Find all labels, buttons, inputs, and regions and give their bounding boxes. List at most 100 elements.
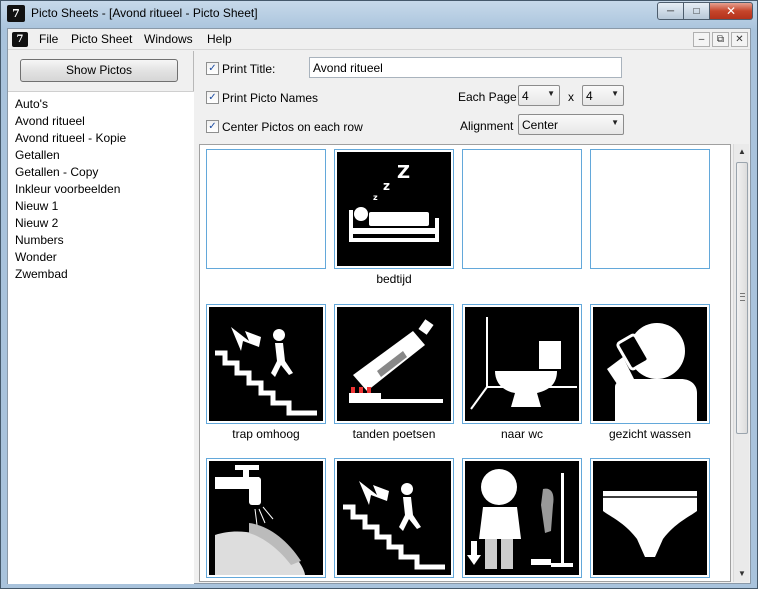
picto-name <box>206 581 326 582</box>
picto-frame[interactable] <box>590 304 710 424</box>
alignment-value: Center <box>522 118 559 132</box>
list-item[interactable]: Wonder <box>15 250 57 264</box>
mdi-close-button[interactable]: ✕ <box>731 32 748 47</box>
sheet-list[interactable]: Auto's Avond ritueel Avond ritueel - Kop… <box>8 91 194 584</box>
washing-hands-icon <box>209 461 323 575</box>
minimize-button[interactable]: ─ <box>657 2 684 20</box>
title-input[interactable]: Avond ritueel <box>309 57 622 78</box>
menu-picto-sheet[interactable]: Picto Sheet <box>71 32 132 46</box>
scroll-up-arrow[interactable]: ▲ <box>734 144 750 160</box>
chevron-down-icon: ▼ <box>611 89 619 98</box>
list-item[interactable]: Zwembad <box>15 267 68 281</box>
menu-file[interactable]: File <box>39 32 58 46</box>
picto-cell[interactable] <box>206 149 326 287</box>
list-item[interactable]: Getallen <box>15 148 60 162</box>
document-icon[interactable]: 7 <box>12 32 28 47</box>
menu-windows[interactable]: Windows <box>144 32 193 46</box>
picto-name <box>462 581 582 582</box>
picto-slot-empty[interactable] <box>206 149 326 269</box>
picto-name <box>590 581 710 582</box>
picto-name <box>334 581 454 582</box>
window-title: Picto Sheets - [Avond ritueel - Picto Sh… <box>31 6 258 20</box>
restore-icon: ⧉ <box>716 34 725 45</box>
list-item[interactable]: Inkleur voorbeelden <box>15 182 120 196</box>
picto-frame[interactable]: Z z z <box>334 149 454 269</box>
list-item[interactable]: Nieuw 2 <box>15 216 58 230</box>
options-panel: ✓ Print Title: Avond ritueel ✓ Print Pic… <box>195 51 750 141</box>
picto-slot-empty[interactable] <box>590 149 710 269</box>
picto-cell[interactable] <box>334 458 454 582</box>
picto-frame[interactable] <box>462 458 582 578</box>
svg-text:Z: Z <box>397 162 410 183</box>
columns-value: 4 <box>522 89 529 103</box>
alignment-select[interactable]: Center ▼ <box>518 114 624 135</box>
toothbrush-toothpaste-icon <box>337 307 451 421</box>
picto-name: trap omhoog <box>232 427 300 441</box>
show-pictos-button[interactable]: Show Pictos <box>20 59 178 82</box>
times-separator: x <box>568 90 574 104</box>
picto-cell[interactable]: Z z z bedtijd <box>334 149 454 287</box>
mdi-caption-buttons: – ⧉ ✕ <box>693 32 748 47</box>
picto-name <box>462 272 582 287</box>
picto-frame[interactable] <box>206 304 326 424</box>
menu-help[interactable]: Help <box>207 32 232 46</box>
each-page-label: Each Page <box>458 90 517 104</box>
list-item[interactable]: Avond ritueel <box>15 114 85 128</box>
list-item[interactable]: Auto's <box>15 97 48 111</box>
picto-name: tanden poetsen <box>352 427 436 441</box>
list-item[interactable]: Numbers <box>15 233 64 247</box>
picto-slot-empty[interactable] <box>462 149 582 269</box>
mdi-client: 7 File Picto Sheet Windows Help – ⧉ ✕ Sh… <box>7 28 751 584</box>
picto-frame[interactable] <box>590 458 710 578</box>
minimize-icon: – <box>698 34 705 45</box>
alignment-label: Alignment <box>460 119 514 133</box>
picto-name <box>590 272 710 287</box>
grip-icon <box>740 293 745 301</box>
center-pictos-checkbox[interactable]: ✓ <box>206 120 219 133</box>
picto-frame[interactable] <box>206 458 326 578</box>
picto-grid[interactable]: Z z z bedtijd trap omhoog tanden poetsen… <box>199 144 731 582</box>
print-names-checkbox[interactable]: ✓ <box>206 91 219 104</box>
picto-cell[interactable]: naar wc <box>462 304 582 442</box>
mdi-restore-button[interactable]: ⧉ <box>712 32 729 47</box>
picto-cell[interactable]: trap omhoog <box>206 304 326 442</box>
picto-cell[interactable] <box>206 458 326 582</box>
close-icon: ✕ <box>735 34 744 45</box>
picto-cell[interactable] <box>462 149 582 287</box>
list-item[interactable]: Avond ritueel - Kopie <box>15 131 126 145</box>
undressing-icon <box>465 461 579 575</box>
app-window: 7 Picto Sheets - [Avond ritueel - Picto … <box>0 0 758 589</box>
rows-select[interactable]: 4 ▼ <box>582 85 624 106</box>
stairs-up-icon <box>209 307 323 421</box>
mdi-minimize-button[interactable]: – <box>693 32 710 47</box>
underpants-icon <box>593 461 707 575</box>
chevron-down-icon: ▼ <box>611 118 619 127</box>
picto-cell[interactable]: gezicht wassen <box>590 304 710 442</box>
scroll-thumb[interactable] <box>736 162 748 434</box>
sidebar: Show Pictos Auto's Avond ritueel Avond r… <box>8 51 194 584</box>
center-pictos-label: Center Pictos on each row <box>222 120 363 134</box>
list-item[interactable]: Getallen - Copy <box>15 165 98 179</box>
picto-cell[interactable]: tanden poetsen <box>334 304 454 442</box>
vertical-scrollbar[interactable]: ▲ ▼ <box>733 144 749 582</box>
columns-select[interactable]: 4 ▼ <box>518 85 560 106</box>
svg-text:z: z <box>373 193 378 202</box>
title-bar[interactable]: 7 Picto Sheets - [Avond ritueel - Picto … <box>1 1 757 27</box>
picto-frame[interactable] <box>334 458 454 578</box>
checkmark-icon: ✓ <box>208 63 217 74</box>
menu-bar: 7 File Picto Sheet Windows Help – ⧉ ✕ <box>8 29 750 50</box>
close-button[interactable]: ✕ <box>710 2 753 20</box>
picto-cell[interactable] <box>590 149 710 287</box>
chevron-up-icon: ▲ <box>738 147 746 156</box>
print-title-checkbox[interactable]: ✓ <box>206 62 219 75</box>
picto-name <box>206 272 326 287</box>
maximize-button[interactable]: □ <box>684 2 710 20</box>
scroll-down-arrow[interactable]: ▼ <box>734 566 750 582</box>
picto-frame[interactable] <box>462 304 582 424</box>
app-logo-icon[interactable]: 7 <box>7 5 25 22</box>
list-item[interactable]: Nieuw 1 <box>15 199 58 213</box>
picto-cell[interactable] <box>590 458 710 582</box>
picto-name: naar wc <box>500 427 544 441</box>
picto-frame[interactable] <box>334 304 454 424</box>
picto-cell[interactable] <box>462 458 582 582</box>
